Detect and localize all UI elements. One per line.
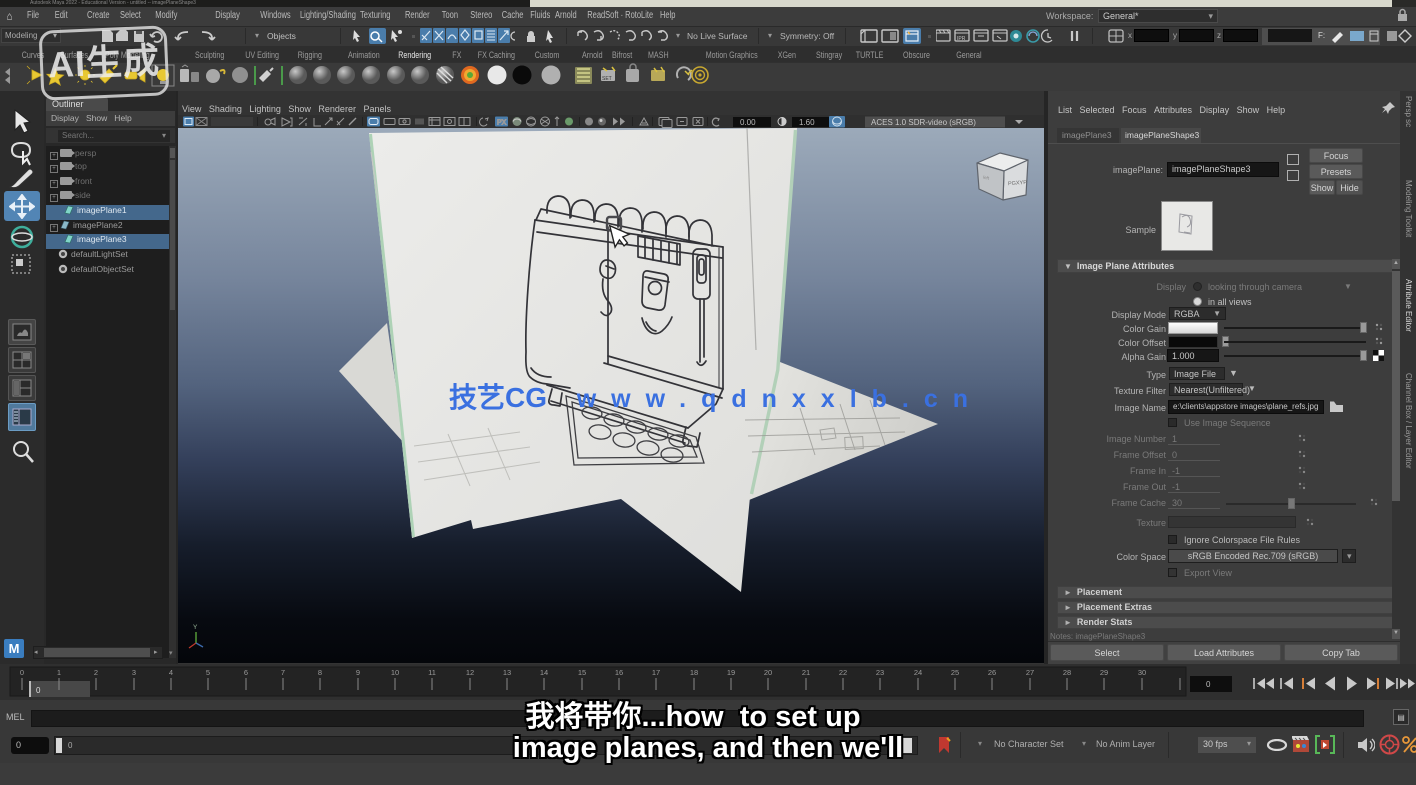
svg-text:29: 29: [1100, 668, 1108, 677]
svg-text:20: 20: [764, 668, 772, 677]
svg-text:ACES 1.0 SDR-video (sRGB): ACES 1.0 SDR-video (sRGB): [871, 118, 976, 127]
svg-text:1.60: 1.60: [799, 118, 815, 127]
svg-text:SET: SET: [602, 76, 612, 82]
svg-text:24: 24: [914, 668, 922, 677]
svg-text:11: 11: [428, 668, 436, 677]
svg-text:26: 26: [988, 668, 996, 677]
svg-text:6: 6: [244, 668, 248, 677]
svg-text:30: 30: [1138, 668, 1146, 677]
svg-text:28: 28: [1063, 668, 1071, 677]
svg-text:25: 25: [951, 668, 959, 677]
svg-text:19: 19: [727, 668, 735, 677]
svg-text:3: 3: [132, 668, 136, 677]
svg-text:10: 10: [391, 668, 399, 677]
svg-text:14: 14: [540, 668, 548, 677]
svg-text:22: 22: [839, 668, 847, 677]
svg-text:9: 9: [356, 668, 360, 677]
svg-text:7: 7: [281, 668, 285, 677]
svg-text:13: 13: [503, 668, 511, 677]
svg-text:23: 23: [876, 668, 884, 677]
svg-text:17: 17: [652, 668, 660, 677]
svg-text:0: 0: [20, 668, 24, 677]
svg-text:IPR: IPR: [957, 36, 966, 42]
svg-text:16: 16: [615, 668, 623, 677]
svg-text:0: 0: [1206, 680, 1211, 689]
svg-text:27: 27: [1026, 668, 1034, 677]
svg-text:0.00: 0.00: [740, 118, 756, 127]
svg-text:18: 18: [690, 668, 698, 677]
svg-text:2: 2: [94, 668, 98, 677]
svg-text:8: 8: [318, 668, 322, 677]
svg-text:Y: Y: [193, 624, 198, 631]
svg-text:21: 21: [802, 668, 810, 677]
svg-text:5: 5: [206, 668, 210, 677]
svg-text:1: 1: [57, 668, 61, 677]
svg-text:4: 4: [169, 668, 173, 677]
svg-text:PX: PX: [497, 120, 507, 127]
svg-text:0: 0: [36, 686, 41, 695]
svg-text:15: 15: [578, 668, 586, 677]
svg-text:12: 12: [466, 668, 474, 677]
